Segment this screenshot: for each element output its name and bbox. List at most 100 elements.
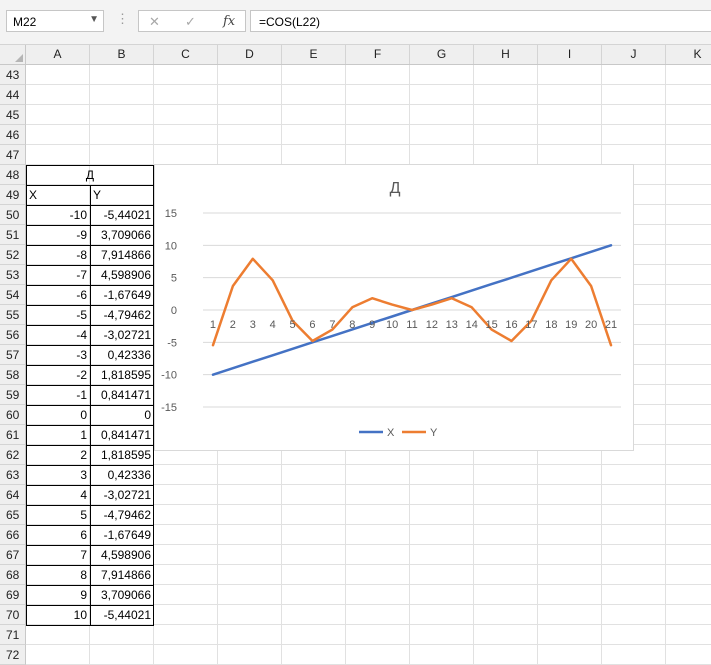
column-header-d[interactable]: D bbox=[218, 45, 282, 64]
row-header-44[interactable]: 44 bbox=[0, 85, 26, 105]
table-cell-y[interactable]: 0,42336 bbox=[90, 345, 154, 365]
row-header-47[interactable]: 47 bbox=[0, 145, 26, 165]
series-line-y[interactable] bbox=[211, 257, 613, 347]
table-cell-y[interactable]: 4,598906 bbox=[90, 265, 154, 285]
row-header-54[interactable]: 54 bbox=[0, 285, 26, 305]
table-cell-y[interactable]: -4,79462 bbox=[90, 505, 154, 525]
enter-icon[interactable]: ✓ bbox=[185, 14, 196, 30]
table-cell-x[interactable]: 4 bbox=[26, 485, 90, 505]
table-cell-y[interactable]: 0,841471 bbox=[90, 385, 154, 405]
row-header-70[interactable]: 70 bbox=[0, 605, 26, 625]
table-cell-y[interactable]: -3,02721 bbox=[90, 325, 154, 345]
row-header-67[interactable]: 67 bbox=[0, 545, 26, 565]
row-header-45[interactable]: 45 bbox=[0, 105, 26, 125]
table-cell-y[interactable]: 7,914866 bbox=[90, 565, 154, 585]
column-header-k[interactable]: K bbox=[666, 45, 711, 64]
column-header-b[interactable]: B bbox=[90, 45, 154, 64]
table-cell-y[interactable]: -5,44021 bbox=[90, 605, 154, 625]
row-header-65[interactable]: 65 bbox=[0, 505, 26, 525]
table-cell-y[interactable]: 7,914866 bbox=[90, 245, 154, 265]
table-cell-x[interactable]: 2 bbox=[26, 445, 90, 465]
row-header-56[interactable]: 56 bbox=[0, 325, 26, 345]
formula-input[interactable]: =COS(L22) bbox=[250, 10, 711, 32]
table-cell-y[interactable]: 3,709066 bbox=[90, 585, 154, 605]
table-cell-y[interactable]: -4,79462 bbox=[90, 305, 154, 325]
row-header-53[interactable]: 53 bbox=[0, 265, 26, 285]
table-cell-x[interactable]: -5 bbox=[26, 305, 90, 325]
table-cell-y[interactable]: -5,44021 bbox=[90, 205, 154, 225]
row-header-55[interactable]: 55 bbox=[0, 305, 26, 325]
column-header-j[interactable]: J bbox=[602, 45, 666, 64]
table-cell-x[interactable]: -6 bbox=[26, 285, 90, 305]
table-cell-y[interactable]: 1,818595 bbox=[90, 445, 154, 465]
row-header-58[interactable]: 58 bbox=[0, 365, 26, 385]
table-cell-x[interactable]: -3 bbox=[26, 345, 90, 365]
row-header-69[interactable]: 69 bbox=[0, 585, 26, 605]
column-header-a[interactable]: A bbox=[26, 45, 90, 64]
table-cell-y[interactable]: -1,67649 bbox=[90, 525, 154, 545]
table-cell-x[interactable]: -4 bbox=[26, 325, 90, 345]
cancel-icon[interactable]: ✕ bbox=[149, 14, 160, 30]
table-cell-y[interactable]: 0 bbox=[90, 405, 154, 425]
row-header-72[interactable]: 72 bbox=[0, 645, 26, 665]
table-cell-x[interactable]: -10 bbox=[26, 205, 90, 225]
table-cell-x[interactable]: -1 bbox=[26, 385, 90, 405]
column-header-e[interactable]: E bbox=[282, 45, 346, 64]
table-cell-x[interactable]: 1 bbox=[26, 425, 90, 445]
table-cell-x[interactable]: -2 bbox=[26, 365, 90, 385]
name-box[interactable]: M22 ▼ bbox=[6, 10, 104, 32]
row-header-71[interactable]: 71 bbox=[0, 625, 26, 645]
table-cell-x[interactable]: 5 bbox=[26, 505, 90, 525]
row-header-59[interactable]: 59 bbox=[0, 385, 26, 405]
table-cell-y[interactable]: 0,42336 bbox=[90, 465, 154, 485]
row-header-43[interactable]: 43 bbox=[0, 65, 26, 85]
table-cell-x[interactable]: 3 bbox=[26, 465, 90, 485]
table-cell-x[interactable]: 0 bbox=[26, 405, 90, 425]
column-header-g[interactable]: G bbox=[410, 45, 474, 64]
row-header-68[interactable]: 68 bbox=[0, 565, 26, 585]
legend-label-y[interactable]: Y bbox=[430, 427, 438, 439]
table-cell-y[interactable]: 3,709066 bbox=[90, 225, 154, 245]
row-header-48[interactable]: 48 bbox=[0, 165, 26, 185]
row-header-66[interactable]: 66 bbox=[0, 525, 26, 545]
y-tick-label: 5 bbox=[171, 273, 177, 285]
table-cell-y[interactable]: -3,02721 bbox=[90, 485, 154, 505]
line-chart[interactable]: Д 15 10 5 0 -5 -10 -15 1 2 3 4 5 6 7 8 9 10 11 12 13 14 15 16… bbox=[154, 164, 634, 451]
table-cell-x[interactable]: -7 bbox=[26, 265, 90, 285]
column-header-f[interactable]: F bbox=[346, 45, 410, 64]
name-box-dropdown-icon[interactable]: ▼ bbox=[89, 14, 99, 25]
table-cell-x[interactable]: 6 bbox=[26, 525, 90, 545]
table-cell-y[interactable]: -1,67649 bbox=[90, 285, 154, 305]
row-header-63[interactable]: 63 bbox=[0, 465, 26, 485]
table-cell-x[interactable]: 10 bbox=[26, 605, 90, 625]
table-cell-y[interactable]: 1,818595 bbox=[90, 365, 154, 385]
row-header-51[interactable]: 51 bbox=[0, 225, 26, 245]
table-cell-x[interactable]: -8 bbox=[26, 245, 90, 265]
table-cell-x[interactable]: 9 bbox=[26, 585, 90, 605]
row-header-62[interactable]: 62 bbox=[0, 445, 26, 465]
table-cell-x[interactable]: -9 bbox=[26, 225, 90, 245]
table-cell-x[interactable]: 7 bbox=[26, 545, 90, 565]
header-y[interactable]: Y bbox=[90, 185, 154, 205]
table-border bbox=[26, 165, 154, 166]
column-header-h[interactable]: H bbox=[474, 45, 538, 64]
row-header-46[interactable]: 46 bbox=[0, 125, 26, 145]
legend-label-x[interactable]: X bbox=[387, 427, 395, 439]
table-cell-y[interactable]: 0,841471 bbox=[90, 425, 154, 445]
row-header-64[interactable]: 64 bbox=[0, 485, 26, 505]
row-header-60[interactable]: 60 bbox=[0, 405, 26, 425]
table-cell-y[interactable]: 4,598906 bbox=[90, 545, 154, 565]
row-header-52[interactable]: 52 bbox=[0, 245, 26, 265]
row-header-50[interactable]: 50 bbox=[0, 205, 26, 225]
row-header-57[interactable]: 57 bbox=[0, 345, 26, 365]
table-title[interactable]: Д bbox=[26, 165, 154, 185]
row-header-61[interactable]: 61 bbox=[0, 425, 26, 445]
select-all-button[interactable] bbox=[0, 45, 26, 64]
y-tick-label: 0 bbox=[171, 305, 177, 317]
insert-function-icon[interactable]: fx bbox=[223, 14, 235, 29]
table-cell-x[interactable]: 8 bbox=[26, 565, 90, 585]
row-header-49[interactable]: 49 bbox=[0, 185, 26, 205]
column-header-c[interactable]: C bbox=[154, 45, 218, 64]
column-header-i[interactable]: I bbox=[538, 45, 602, 64]
header-x[interactable]: X bbox=[26, 185, 90, 205]
